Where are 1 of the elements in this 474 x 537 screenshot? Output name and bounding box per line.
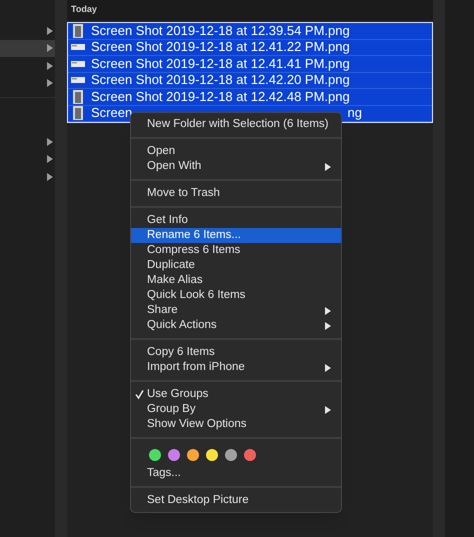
section-header: Today [71,3,97,16]
